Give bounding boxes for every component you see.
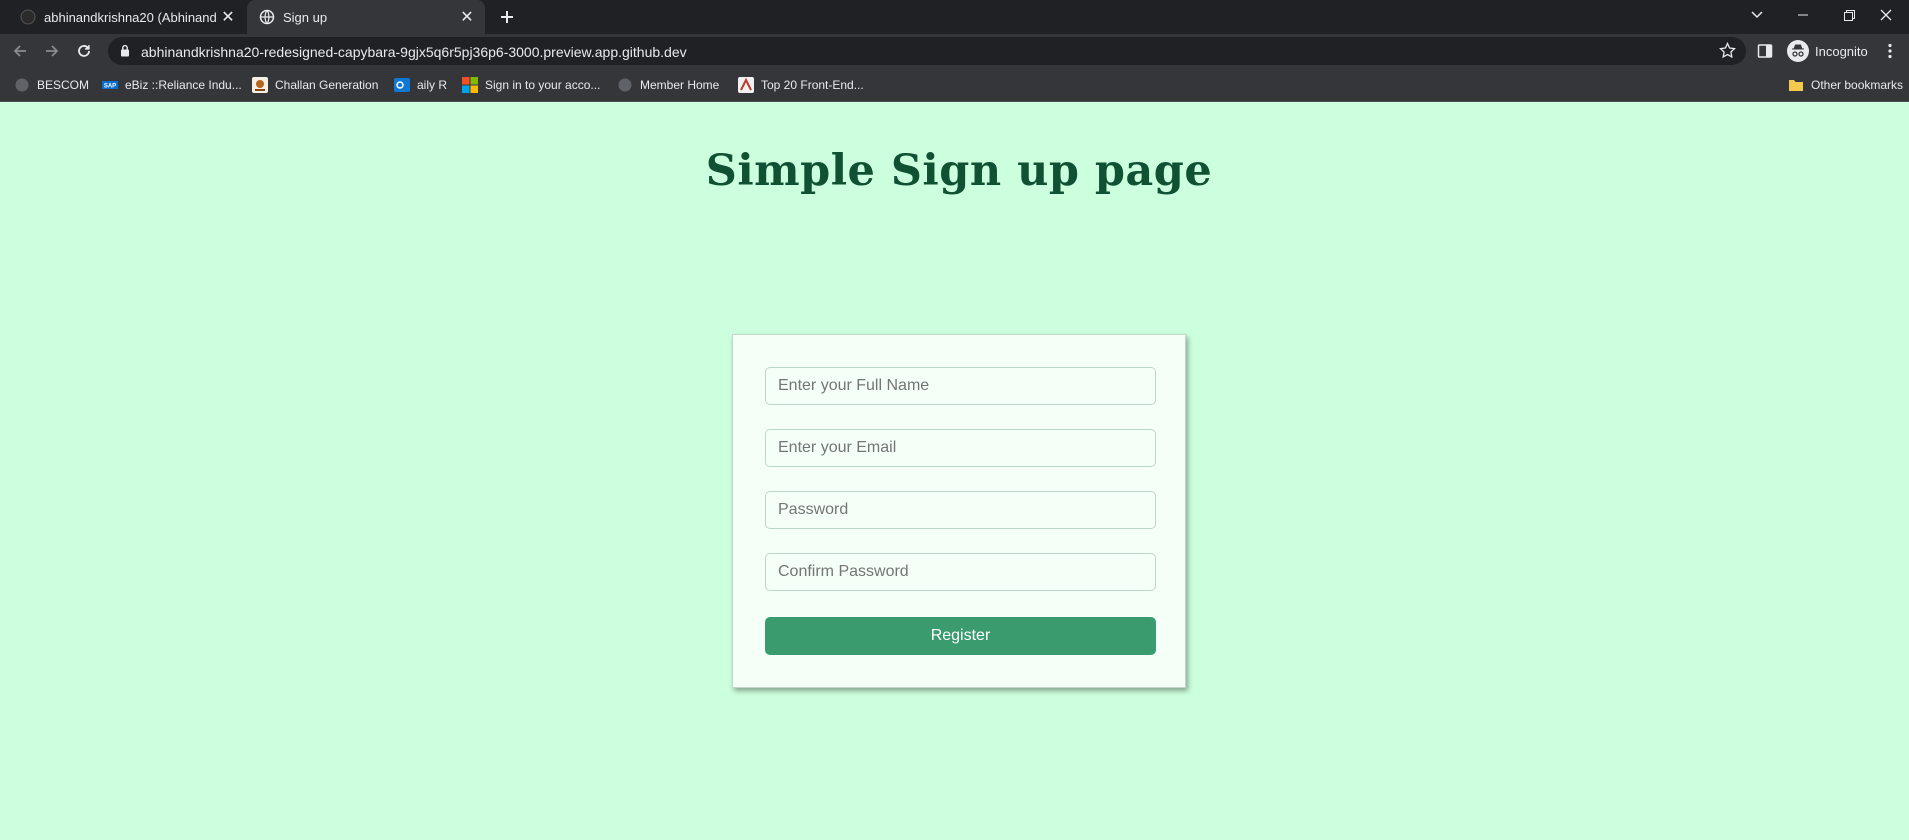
sap-icon: SAP: [102, 81, 118, 90]
register-button[interactable]: Register: [765, 617, 1156, 655]
url-text: abhinandkrishna20-redesigned-capybara-9g…: [141, 44, 687, 60]
email-input[interactable]: [765, 429, 1156, 467]
menu-button[interactable]: [1888, 39, 1892, 63]
bookmark-member-home[interactable]: Member Home: [617, 76, 719, 94]
restore-icon: [1843, 9, 1855, 21]
side-panel-icon: [1757, 44, 1773, 58]
reload-button[interactable]: [72, 39, 96, 63]
svg-text:SAP: SAP: [104, 84, 116, 90]
chevron-down-icon: [1751, 11, 1763, 19]
bookmark-label: Sign in to your acco...: [485, 78, 601, 92]
bookmark-top-20[interactable]: Top 20 Front-End...: [738, 76, 864, 94]
browser-toolbar: abhinandkrishna20-redesigned-capybara-9g…: [0, 34, 1909, 68]
tab-strip: abhinandkrishna20 (Abhinand Krishna) ✕ S…: [0, 0, 1909, 34]
confirm-password-input[interactable]: [765, 553, 1156, 591]
bookmark-label: Challan Generation: [275, 78, 379, 92]
bookmark-ebiz[interactable]: SAP eBiz ::Reliance Indu...: [102, 76, 242, 94]
plus-icon: [501, 11, 513, 23]
more-vert-icon: [1888, 43, 1892, 59]
globe-icon: [15, 78, 29, 92]
close-window-button[interactable]: [1863, 0, 1909, 30]
page-content: Simple Sign up page Register: [0, 102, 1909, 840]
forward-button[interactable]: [40, 39, 64, 63]
other-bookmarks[interactable]: Other bookmarks: [1788, 76, 1903, 94]
incognito-icon: [1787, 40, 1809, 62]
tab-sign-up[interactable]: Sign up ✕: [247, 0, 485, 34]
lock-icon: [120, 44, 130, 62]
minimize-icon: [1798, 14, 1808, 16]
bookmark-label: Top 20 Front-End...: [761, 78, 864, 92]
profile-label: Incognito: [1815, 43, 1868, 59]
back-button[interactable]: [8, 39, 32, 63]
tab-github-profile[interactable]: abhinandkrishna20 (Abhinand Krishna) ✕: [0, 0, 246, 34]
bookmark-challan[interactable]: Challan Generation: [252, 76, 378, 94]
bookmark-bescom[interactable]: BESCOM: [14, 76, 89, 94]
bookmark-label: BESCOM: [37, 78, 90, 92]
folder-icon: [1789, 80, 1803, 91]
globe-icon: [259, 9, 275, 25]
bookmark-label: Other bookmarks: [1811, 78, 1904, 92]
address-bar[interactable]: abhinandkrishna20-redesigned-capybara-9g…: [108, 37, 1746, 65]
new-tab-button[interactable]: [495, 5, 519, 29]
close-icon[interactable]: ✕: [218, 7, 238, 27]
password-input[interactable]: [765, 491, 1156, 529]
bookmark-sign-in[interactable]: Sign in to your acco...: [462, 76, 600, 94]
tab-search-button[interactable]: [1734, 0, 1780, 30]
star-icon[interactable]: [1719, 41, 1736, 64]
github-icon: [20, 9, 36, 25]
bookmark-label: aily R: [417, 78, 448, 92]
bookmark-aily-r[interactable]: aily R: [394, 76, 447, 94]
arrow-left-icon: [13, 45, 26, 57]
bookmark-label: eBiz ::Reliance Indu...: [125, 78, 242, 92]
tab-title: abhinandkrishna20 (Abhinand Krishna): [44, 9, 218, 25]
tab-title: Sign up: [283, 9, 328, 25]
emblem-icon: [252, 77, 268, 93]
profile-button[interactable]: Incognito: [1787, 39, 1868, 63]
close-icon[interactable]: ✕: [457, 7, 477, 27]
minimize-button[interactable]: [1780, 0, 1826, 30]
reload-icon: [78, 45, 90, 57]
arrow-right-icon: [46, 45, 59, 57]
globe-icon: [618, 78, 632, 92]
article-icon: [738, 77, 754, 93]
bookmark-label: Member Home: [640, 78, 720, 92]
full-name-input[interactable]: [765, 367, 1156, 405]
bookmarks-bar: BESCOM SAP eBiz ::Reliance Indu... Chall…: [0, 68, 1909, 102]
page-title: Simple Sign up page: [705, 146, 1213, 196]
side-panel-button[interactable]: [1757, 39, 1773, 63]
outlook-icon: [394, 78, 410, 92]
close-icon: [1880, 9, 1892, 21]
signup-form: Register: [732, 334, 1186, 688]
microsoft-icon: [462, 77, 478, 93]
